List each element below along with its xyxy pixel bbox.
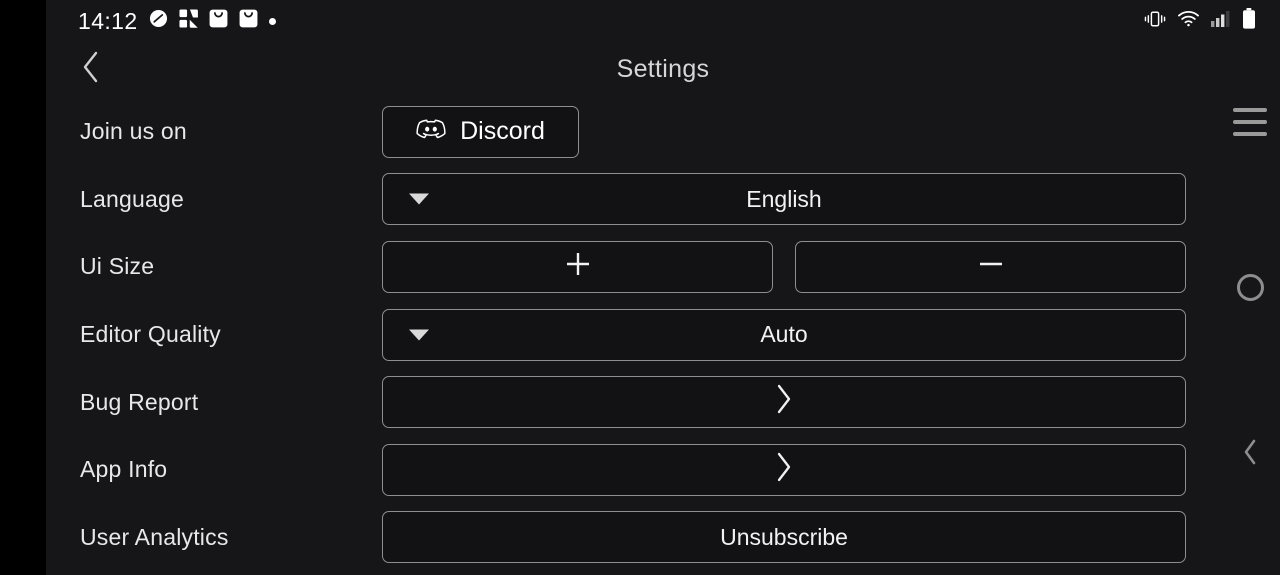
hamburger-menu-icon-bar-2 xyxy=(1233,120,1267,124)
status-bar-left: 14:12 xyxy=(78,9,276,33)
settings-row-join-us-on: Join us on Discord xyxy=(46,98,1280,166)
row-label-user-analytics: User Analytics xyxy=(80,523,229,550)
discord-button-label: Discord xyxy=(460,117,545,146)
row-label-language: Language xyxy=(80,185,184,212)
row-control-bug-report xyxy=(382,376,1186,429)
settings-row-bug-report: Bug Report xyxy=(46,368,1280,436)
language-dropdown[interactable]: English xyxy=(382,173,1186,226)
hamburger-menu-icon-bar-1 xyxy=(1233,108,1267,112)
do-not-disturb-icon xyxy=(149,9,168,33)
row-control-join-us-on: Discord xyxy=(382,105,1186,158)
row-label-editor-quality: Editor Quality xyxy=(80,321,221,348)
settings-row-ui-size: Ui Size xyxy=(46,233,1280,301)
chevron-right-icon xyxy=(774,383,794,421)
plus-icon xyxy=(563,249,593,285)
settings-row-language: Language English xyxy=(46,166,1280,234)
settings-row-user-analytics: User Analytics Unsubscribe xyxy=(46,504,1280,572)
app-info-button[interactable] xyxy=(382,443,1186,496)
chevron-left-icon xyxy=(1240,438,1260,471)
row-control-ui-size xyxy=(382,240,1186,293)
ui-size-decrease-button[interactable] xyxy=(795,240,1186,293)
settings-list: Join us on Discord Language English Ui S… xyxy=(46,98,1280,571)
chevron-down-icon xyxy=(409,193,429,205)
unsubscribe-button-label: Unsubscribe xyxy=(720,523,848,550)
left-black-gutter xyxy=(0,0,46,575)
row-label-ui-size: Ui Size xyxy=(80,253,155,280)
row-control-user-analytics: Unsubscribe xyxy=(382,511,1186,564)
status-bar: 14:12 xyxy=(46,0,1280,42)
system-back-button[interactable] xyxy=(1234,438,1266,470)
editor-quality-dropdown-value: Auto xyxy=(760,321,808,348)
row-label-bug-report: Bug Report xyxy=(80,388,199,415)
app-header: Settings xyxy=(46,42,1280,96)
row-control-language: English xyxy=(382,173,1186,226)
row-label-app-info: App Info xyxy=(80,456,168,483)
system-home-button[interactable] xyxy=(1237,274,1264,301)
settings-app-surface: 14:12 Settings Join us on Discord Langua… xyxy=(46,0,1280,575)
discord-logo-icon xyxy=(416,117,446,147)
bug-report-button[interactable] xyxy=(382,376,1186,429)
app-puzzle-icon xyxy=(179,9,198,33)
row-control-editor-quality: Auto xyxy=(382,308,1186,361)
chevron-down-icon xyxy=(409,329,429,341)
vibrate-icon xyxy=(1144,10,1166,33)
dot-indicator-icon xyxy=(268,17,276,25)
page-title: Settings xyxy=(616,54,710,83)
language-dropdown-value: English xyxy=(746,185,822,212)
chevron-right-icon xyxy=(774,451,794,489)
minus-icon xyxy=(976,249,1006,285)
settings-row-app-info: App Info xyxy=(46,436,1280,504)
discord-button[interactable]: Discord xyxy=(382,105,579,158)
wifi-icon xyxy=(1178,10,1199,32)
hamburger-menu-icon-bar-3 xyxy=(1233,132,1267,136)
shopping-bag-icon xyxy=(209,9,228,33)
battery-icon xyxy=(1242,8,1256,34)
settings-row-editor-quality: Editor Quality Auto xyxy=(46,301,1280,369)
row-label-join-us-on: Join us on xyxy=(80,118,187,145)
status-clock: 14:12 xyxy=(78,7,138,34)
editor-quality-dropdown[interactable]: Auto xyxy=(382,308,1186,361)
phone-screen: 14:12 Settings Join us on Discord Langua… xyxy=(0,0,1280,575)
system-menu-button[interactable] xyxy=(1233,108,1267,136)
cellular-signal-icon xyxy=(1211,10,1230,32)
user-analytics-unsubscribe-button[interactable]: Unsubscribe xyxy=(382,511,1186,564)
row-control-app-info xyxy=(382,443,1186,496)
status-bar-right xyxy=(1144,8,1256,34)
ui-size-increase-button[interactable] xyxy=(382,240,773,293)
shopping-bag-icon-2 xyxy=(239,9,258,33)
